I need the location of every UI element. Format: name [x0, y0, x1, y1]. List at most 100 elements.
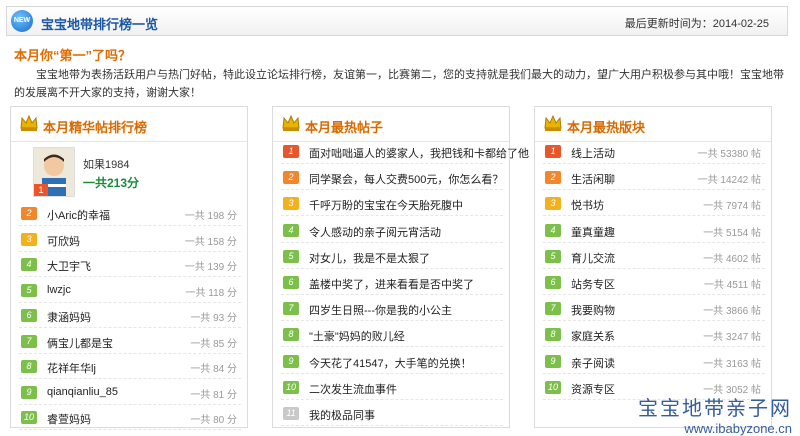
item-link[interactable]: 隶涵妈妈	[47, 309, 91, 325]
item-link[interactable]: 悦书坊	[571, 197, 604, 213]
list-item[interactable]: 6 隶涵妈妈 一共 93 分	[19, 305, 241, 328]
item-link[interactable]: 四岁生日照---你是我的小公主	[309, 302, 452, 318]
item-link[interactable]: lwzjc	[47, 284, 71, 296]
item-link[interactable]: 线上活动	[571, 145, 615, 161]
rank-badge: 5	[283, 249, 299, 263]
list-item[interactable]: 10 二次发生流血事件	[281, 377, 503, 400]
list-item[interactable]: 8 "土豪"妈妈的败儿经	[281, 324, 503, 348]
list-item[interactable]: 3 悦书坊 一共 7974 帖	[543, 193, 765, 217]
list-item[interactable]: 8 花祥年华lj 一共 84 分	[19, 356, 241, 379]
item-link[interactable]: 同学聚会，每人交费500元，你怎么看？	[309, 171, 503, 187]
list-item[interactable]: 3 可欣妈 一共 158 分	[19, 229, 241, 252]
list-item[interactable]: 5 对女儿，我是不是太狠了	[281, 246, 503, 269]
item-count: 一共 81 分	[190, 389, 237, 401]
item-count: 一共 3163 帖	[703, 358, 761, 370]
rank-badge: 5	[21, 283, 37, 297]
item-count: 一共 4511 帖	[703, 280, 761, 291]
item-link[interactable]: 我要购物	[571, 302, 615, 318]
item-link[interactable]: "土豪"妈妈的败儿经	[309, 328, 405, 344]
rank-badge: 9	[21, 385, 37, 399]
item-count: 一共 118 分	[185, 287, 238, 299]
item-count: 一共 139 分	[184, 262, 237, 273]
list-item[interactable]: 7 俩宝儿都是宝 一共 85 分	[19, 331, 241, 354]
crown-icon	[544, 114, 562, 131]
featured-user-name[interactable]: 如果1984	[83, 156, 129, 172]
panel-top-users: 本月精华帖排行榜 1 如果1984 一共213分 2 小Aric的幸福 一共 198…	[10, 106, 248, 430]
last-updated: 最后更新时间为：2014-02-25	[624, 18, 769, 30]
item-count: 一共 93 分	[190, 313, 237, 324]
rank-badge: 3	[283, 197, 299, 211]
list-item[interactable]: 9 今天花了41547，大手笔的兑换！	[281, 351, 503, 374]
item-link[interactable]: 童真童趣	[571, 224, 615, 240]
list-item[interactable]: 2 生活闲聊 一共 14242 帖	[543, 167, 765, 191]
list-item[interactable]: 1 面对咄咄逼人的婆家人，我把钱和卡都给了他	[281, 141, 529, 164]
item-link[interactable]: 大卫宇飞	[47, 258, 91, 274]
item-link[interactable]: 我的极品同事	[309, 407, 375, 423]
rank-badge: 10	[545, 380, 561, 394]
panel-title: 本月精华帖排行榜	[43, 120, 148, 135]
featured-user[interactable]: 1 如果1984 一共213分	[23, 143, 237, 203]
item-link[interactable]: 盖楼中奖了，进来看看是否中奖了	[309, 276, 474, 292]
list-item[interactable]: 2 小Aric的幸福 一共 198 分	[19, 203, 241, 226]
list-item[interactable]: 7 我要购物 一共 3866 帖	[543, 298, 765, 322]
item-count: 一共 80 分	[190, 415, 237, 426]
item-count: 一共 158 分	[184, 236, 237, 248]
item-link[interactable]: 睿萱妈妈	[47, 411, 91, 427]
rank-badge: 1	[283, 145, 299, 158]
rank-badge: 3	[545, 197, 561, 211]
rank-badge: 6	[21, 309, 37, 322]
item-link[interactable]: 育儿交流	[571, 250, 615, 266]
item-link[interactable]: 令人感动的亲子阅元宵活动	[309, 224, 441, 240]
featured-rank-badge: 1	[34, 184, 48, 196]
list-item[interactable]: 4 大卫宇飞 一共 139 分	[19, 254, 241, 277]
list-item[interactable]: 5 育儿交流 一共 4602 帖	[543, 246, 765, 269]
list-item[interactable]: 4 令人感动的亲子阅元宵活动	[281, 220, 503, 243]
item-count: 一共 84 分	[190, 364, 237, 375]
item-link[interactable]: 二次发生流血事件	[309, 381, 397, 397]
item-link[interactable]: 花祥年华lj	[47, 360, 96, 376]
item-link[interactable]: 面对咄咄逼人的婆家人，我把钱和卡都给了他	[309, 145, 529, 161]
list-item[interactable]: 6 站务专区 一共 4511 帖	[543, 272, 765, 295]
item-link[interactable]: 千呼万盼的宝宝在今天胎死腹中	[309, 197, 463, 213]
item-link[interactable]: 俩宝儿都是宝	[47, 335, 113, 351]
item-link[interactable]: qianqianliu_85	[47, 386, 118, 398]
rank-badge: 5	[545, 249, 561, 263]
rank-badge: 4	[21, 258, 37, 271]
rank-badge: 9	[283, 354, 299, 368]
list-item[interactable]: 8 家庭关系 一共 3247 帖	[543, 324, 765, 348]
panel-hot-boards: 本月最热版块 1 线上活动 一共 53380 帖 2 生活闲聊 一共 14242 帖 3 悦书…	[534, 106, 772, 428]
avatar[interactable]: 1	[33, 147, 75, 197]
item-link[interactable]: 亲子阅读	[571, 355, 615, 371]
item-link[interactable]: 小Aric的幸福	[47, 207, 110, 223]
list-item[interactable]: 1 线上活动 一共 53380 帖	[543, 141, 765, 164]
item-count: 一共 53380 帖	[697, 149, 761, 160]
list-item[interactable]: 7 四岁生日照---你是我的小公主	[281, 298, 503, 322]
list-item[interactable]: 5 lwzjc 一共 118 分	[19, 280, 241, 303]
list-item[interactable]: 11 我的极品同事	[281, 403, 503, 426]
item-link[interactable]: 家庭关系	[571, 328, 615, 344]
item-count: 一共 3866 帖	[703, 306, 761, 318]
item-link[interactable]: 生活闲聊	[571, 171, 615, 187]
item-link[interactable]: 资源专区	[571, 381, 615, 397]
item-count: 一共 4602 帖	[703, 253, 761, 265]
item-link[interactable]: 今天花了41547，大手笔的兑换！	[309, 355, 472, 371]
headline: 本月你“第一”了吗？	[14, 48, 132, 63]
list-item[interactable]: 6 盖楼中奖了，进来看看是否中奖了	[281, 272, 503, 295]
list-item[interactable]: 9 亲子阅读 一共 3163 帖	[543, 351, 765, 374]
list-item[interactable]: 10 睿萱妈妈 一共 80 分	[19, 407, 241, 430]
rank-badge: 2	[283, 171, 299, 185]
rank-badge: 4	[545, 223, 561, 237]
list-item[interactable]: 9 qianqianliu_85 一共 81 分	[19, 382, 241, 405]
item-link[interactable]: 对女儿，我是不是太狠了	[309, 250, 430, 266]
list-item[interactable]: 3 千呼万盼的宝宝在今天胎死腹中	[281, 193, 503, 217]
rank-badge: 8	[545, 328, 561, 342]
rank-badge: 10	[283, 380, 299, 394]
list-item[interactable]: 4 童真童趣 一共 5154 帖	[543, 220, 765, 243]
rank-badge: 7	[21, 334, 37, 348]
crown-icon	[282, 114, 300, 131]
item-link[interactable]: 站务专区	[571, 276, 615, 292]
item-link[interactable]: 可欣妈	[47, 233, 80, 249]
item-count: 一共 5154 帖	[703, 227, 761, 239]
rank-badge: 11	[283, 407, 299, 420]
list-item[interactable]: 2 同学聚会，每人交费500元，你怎么看？	[281, 167, 503, 191]
